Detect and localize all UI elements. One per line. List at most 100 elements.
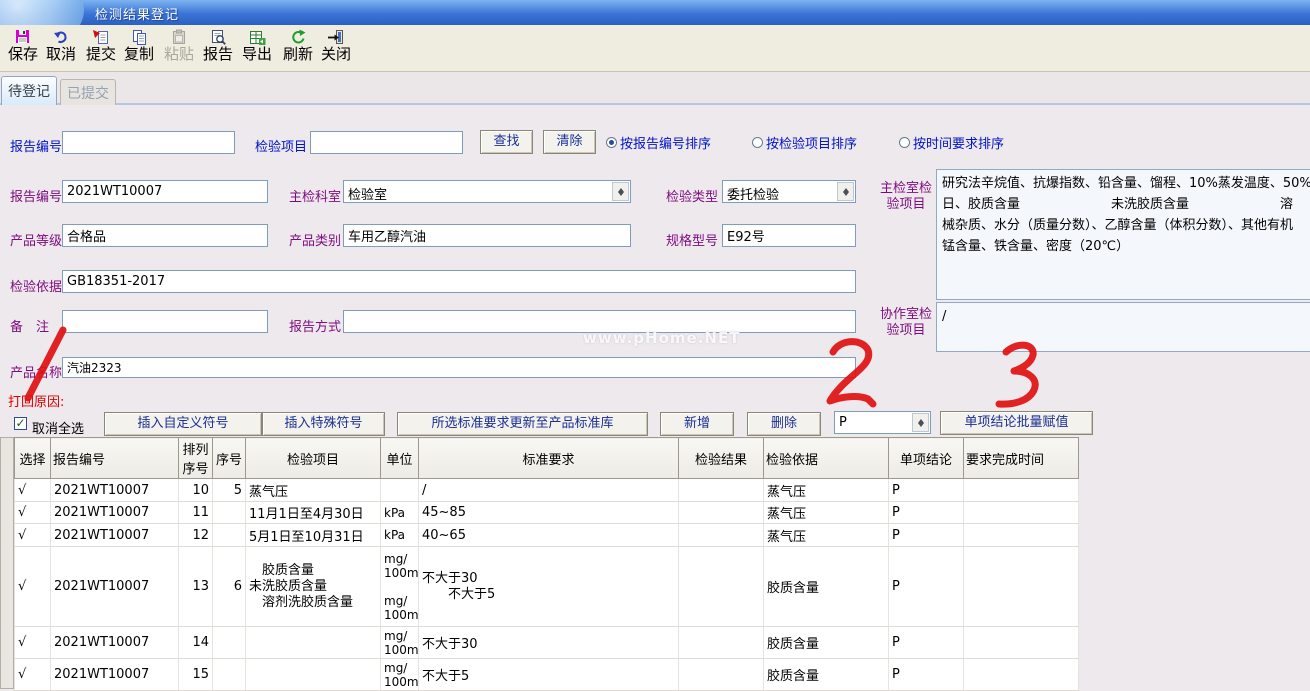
row-unit-cell[interactable] [381, 479, 419, 502]
row-report-no-cell[interactable]: 2021WT10007 [51, 479, 179, 502]
row-result-cell[interactable] [679, 659, 764, 691]
row-item-cell[interactable]: 胶质含量 未洗胶质含量 溶剂洗胶质含量 [246, 547, 381, 627]
spec-model-field[interactable] [722, 224, 856, 247]
add-button[interactable]: 新增 [660, 412, 734, 436]
spinner-icon[interactable] [612, 182, 629, 201]
tab-pending-registration[interactable]: 待登记 [1, 76, 57, 105]
row-conclusion-cell[interactable]: P [889, 502, 964, 524]
row-report-no-cell[interactable]: 2021WT10007 [51, 524, 179, 547]
row-unit-cell[interactable]: mg/ 100mL [381, 659, 419, 691]
row-basis-cell[interactable]: 蒸气压 [764, 524, 889, 547]
row-due-cell[interactable] [964, 547, 1079, 627]
submit-button[interactable]: 提交 [82, 28, 120, 70]
row-arrange-no-cell[interactable]: 10 [179, 479, 213, 502]
row-conclusion-cell[interactable]: P [889, 524, 964, 547]
find-button[interactable]: 查找 [480, 130, 533, 154]
row-check-cell[interactable]: √ [15, 479, 51, 502]
delete-button[interactable]: 删除 [747, 412, 821, 436]
row-report-no-cell[interactable]: 2021WT10007 [51, 659, 179, 691]
radio-sort-by-item[interactable]: 按检验项目排序 [752, 133, 857, 152]
row-result-cell[interactable] [679, 502, 764, 524]
row-item-cell[interactable]: 5月1日至10月31日 [246, 524, 381, 547]
row-result-cell[interactable] [679, 524, 764, 547]
insert-custom-symbol-button[interactable]: 插入自定义符号 [104, 412, 262, 436]
report-no-field[interactable] [62, 180, 268, 203]
row-check-cell[interactable]: √ [15, 659, 51, 691]
grid-row-selector-gutter[interactable] [0, 437, 14, 689]
row-result-cell[interactable] [679, 479, 764, 502]
row-due-cell[interactable] [964, 479, 1079, 502]
search-report-no-input[interactable] [62, 131, 235, 154]
inspect-type-combo[interactable]: 委托检验 [722, 180, 856, 203]
row-unit-cell[interactable]: kPa [381, 524, 419, 547]
refresh-button[interactable]: 刷新 [279, 28, 317, 70]
row-seq-no-cell[interactable]: 5 [213, 479, 246, 502]
row-arrange-no-cell[interactable]: 14 [179, 627, 213, 659]
radio-sort-by-report-no[interactable]: 按报告编号排序 [606, 133, 711, 152]
row-unit-cell[interactable]: mg/ 100mL [381, 627, 419, 659]
row-conclusion-cell[interactable]: P [889, 479, 964, 502]
close-button[interactable]: 关闭 [317, 28, 355, 70]
row-due-cell[interactable] [964, 524, 1079, 547]
row-std-req-cell[interactable]: 不大于30 [419, 627, 679, 659]
row-seq-no-cell[interactable] [213, 524, 246, 547]
main-dept-combo[interactable]: 检验室 [343, 180, 631, 203]
product-name-field[interactable] [62, 357, 856, 378]
spinner-icon[interactable] [912, 413, 929, 432]
row-conclusion-cell[interactable]: P [889, 659, 964, 691]
row-unit-cell[interactable]: kPa [381, 502, 419, 524]
row-seq-no-cell[interactable] [213, 502, 246, 524]
clear-button[interactable]: 清除 [543, 130, 596, 154]
row-basis-cell[interactable]: 蒸气压 [764, 502, 889, 524]
export-button[interactable]: 导出 [238, 28, 276, 70]
row-seq-no-cell[interactable] [213, 659, 246, 691]
basis-field[interactable] [62, 270, 856, 293]
row-result-cell[interactable] [679, 627, 764, 659]
grade-field[interactable] [62, 224, 268, 247]
uncheck-all-checkbox[interactable]: ✓ [14, 417, 27, 430]
insert-special-symbol-button[interactable]: 插入特殊符号 [262, 412, 385, 436]
row-report-no-cell[interactable]: 2021WT10007 [51, 627, 179, 659]
row-due-cell[interactable] [964, 659, 1079, 691]
row-item-cell[interactable]: 蒸气压 [246, 479, 381, 502]
row-arrange-no-cell[interactable]: 13 [179, 547, 213, 627]
category-field[interactable] [343, 224, 631, 247]
row-report-no-cell[interactable]: 2021WT10007 [51, 547, 179, 627]
row-conclusion-cell[interactable]: P [889, 547, 964, 627]
row-check-cell[interactable]: √ [15, 547, 51, 627]
main-items-panel[interactable]: 研究法辛烷值、抗爆指数、铅含量、馏程、10%蒸发温度、50%蒸 日、胶质含量 未… [936, 169, 1310, 300]
update-standard-button[interactable]: 所选标准要求更新至产品标准库 [397, 412, 648, 436]
row-basis-cell[interactable]: 蒸气压 [764, 479, 889, 502]
row-item-cell[interactable] [246, 659, 381, 691]
collab-items-panel[interactable]: / [936, 302, 1310, 352]
row-std-req-cell[interactable]: / [419, 479, 679, 502]
row-check-cell[interactable]: √ [15, 627, 51, 659]
report-button[interactable]: 报告 [199, 28, 237, 70]
row-check-cell[interactable]: √ [15, 524, 51, 547]
row-std-req-cell[interactable]: 40~65 [419, 524, 679, 547]
row-item-cell[interactable] [246, 627, 381, 659]
row-seq-no-cell[interactable]: 6 [213, 547, 246, 627]
row-due-cell[interactable] [964, 627, 1079, 659]
row-seq-no-cell[interactable] [213, 627, 246, 659]
conclusion-combo[interactable]: P [834, 411, 931, 434]
row-std-req-cell[interactable]: 不大于5 [419, 659, 679, 691]
row-arrange-no-cell[interactable]: 12 [179, 524, 213, 547]
row-unit-cell[interactable]: mg/ 100mL mg/ 100mL [381, 547, 419, 627]
row-item-cell[interactable]: 11月1日至4月30日 [246, 502, 381, 524]
row-due-cell[interactable] [964, 502, 1079, 524]
row-arrange-no-cell[interactable]: 11 [179, 502, 213, 524]
search-item-input[interactable] [310, 131, 463, 154]
row-basis-cell[interactable]: 胶质含量 [764, 547, 889, 627]
row-std-req-cell[interactable]: 不大于30 不大于5 [419, 547, 679, 627]
cancel-button[interactable]: 取消 [42, 28, 80, 70]
copy-button[interactable]: 复制 [120, 28, 158, 70]
row-arrange-no-cell[interactable]: 15 [179, 659, 213, 691]
row-std-req-cell[interactable]: 45~85 [419, 502, 679, 524]
row-basis-cell[interactable]: 胶质含量 [764, 627, 889, 659]
radio-sort-by-time[interactable]: 按时间要求排序 [899, 133, 1004, 152]
row-check-cell[interactable]: √ [15, 502, 51, 524]
spinner-icon[interactable] [837, 182, 854, 201]
batch-assign-button[interactable]: 单项结论批量赋值 [940, 411, 1093, 435]
row-report-no-cell[interactable]: 2021WT10007 [51, 502, 179, 524]
